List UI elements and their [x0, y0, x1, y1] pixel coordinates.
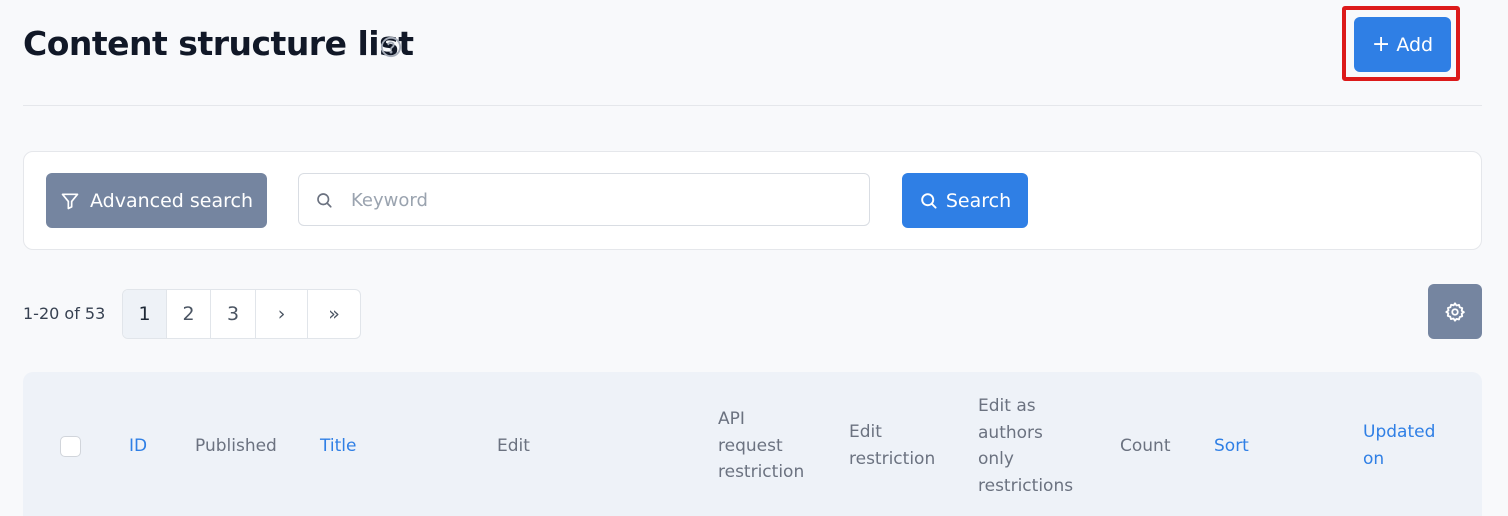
column-header-id[interactable]: ID	[129, 433, 147, 460]
search-panel: Advanced search Search	[23, 151, 1482, 250]
advanced-search-button[interactable]: Advanced search	[46, 173, 267, 228]
page-3-button[interactable]: 3	[211, 290, 256, 338]
column-header-title[interactable]: Title	[320, 433, 356, 460]
add-button-label: Add	[1396, 33, 1434, 56]
column-header-updated-on[interactable]: Updated on	[1363, 419, 1435, 472]
search-button[interactable]: Search	[902, 173, 1028, 228]
column-header-edit-restriction: Edit restriction	[849, 422, 936, 469]
pagination-range: 1-20 of 53	[23, 304, 106, 323]
keyword-input[interactable]	[351, 182, 851, 218]
page-title: Content structure list	[23, 24, 414, 63]
search-button-label: Search	[945, 189, 1012, 212]
page-2-button[interactable]: 2	[167, 290, 211, 338]
column-header-count: Count	[1120, 436, 1171, 456]
next-page-button[interactable]: ›	[256, 290, 308, 338]
page-header: Content structure list	[23, 0, 1482, 106]
column-header-sort[interactable]: Sort	[1214, 433, 1249, 460]
keyword-field[interactable]	[298, 173, 870, 226]
column-header-api-request-restriction: API request restriction	[718, 409, 805, 482]
last-page-button[interactable]: »	[308, 290, 360, 338]
gear-icon	[1445, 301, 1465, 322]
pagination: 1 2 3 › »	[122, 289, 361, 339]
advanced-search-label: Advanced search	[89, 189, 253, 212]
search-icon	[921, 193, 937, 209]
table-header: ID Published Title Edit API request rest…	[23, 372, 1482, 516]
search-icon	[317, 193, 332, 208]
add-button[interactable]: + Add	[1354, 17, 1451, 72]
select-all-checkbox[interactable]	[60, 436, 81, 457]
column-header-edit-as-authors: Edit as authors only restrictions	[978, 396, 1074, 496]
filter-icon	[61, 193, 79, 209]
column-header-edit: Edit	[497, 436, 530, 456]
column-header-published: Published	[195, 436, 277, 456]
help-circle-icon[interactable]	[380, 36, 402, 58]
plus-icon: +	[1371, 31, 1391, 57]
page-1-button[interactable]: 1	[123, 290, 167, 338]
column-settings-button[interactable]	[1428, 284, 1482, 339]
